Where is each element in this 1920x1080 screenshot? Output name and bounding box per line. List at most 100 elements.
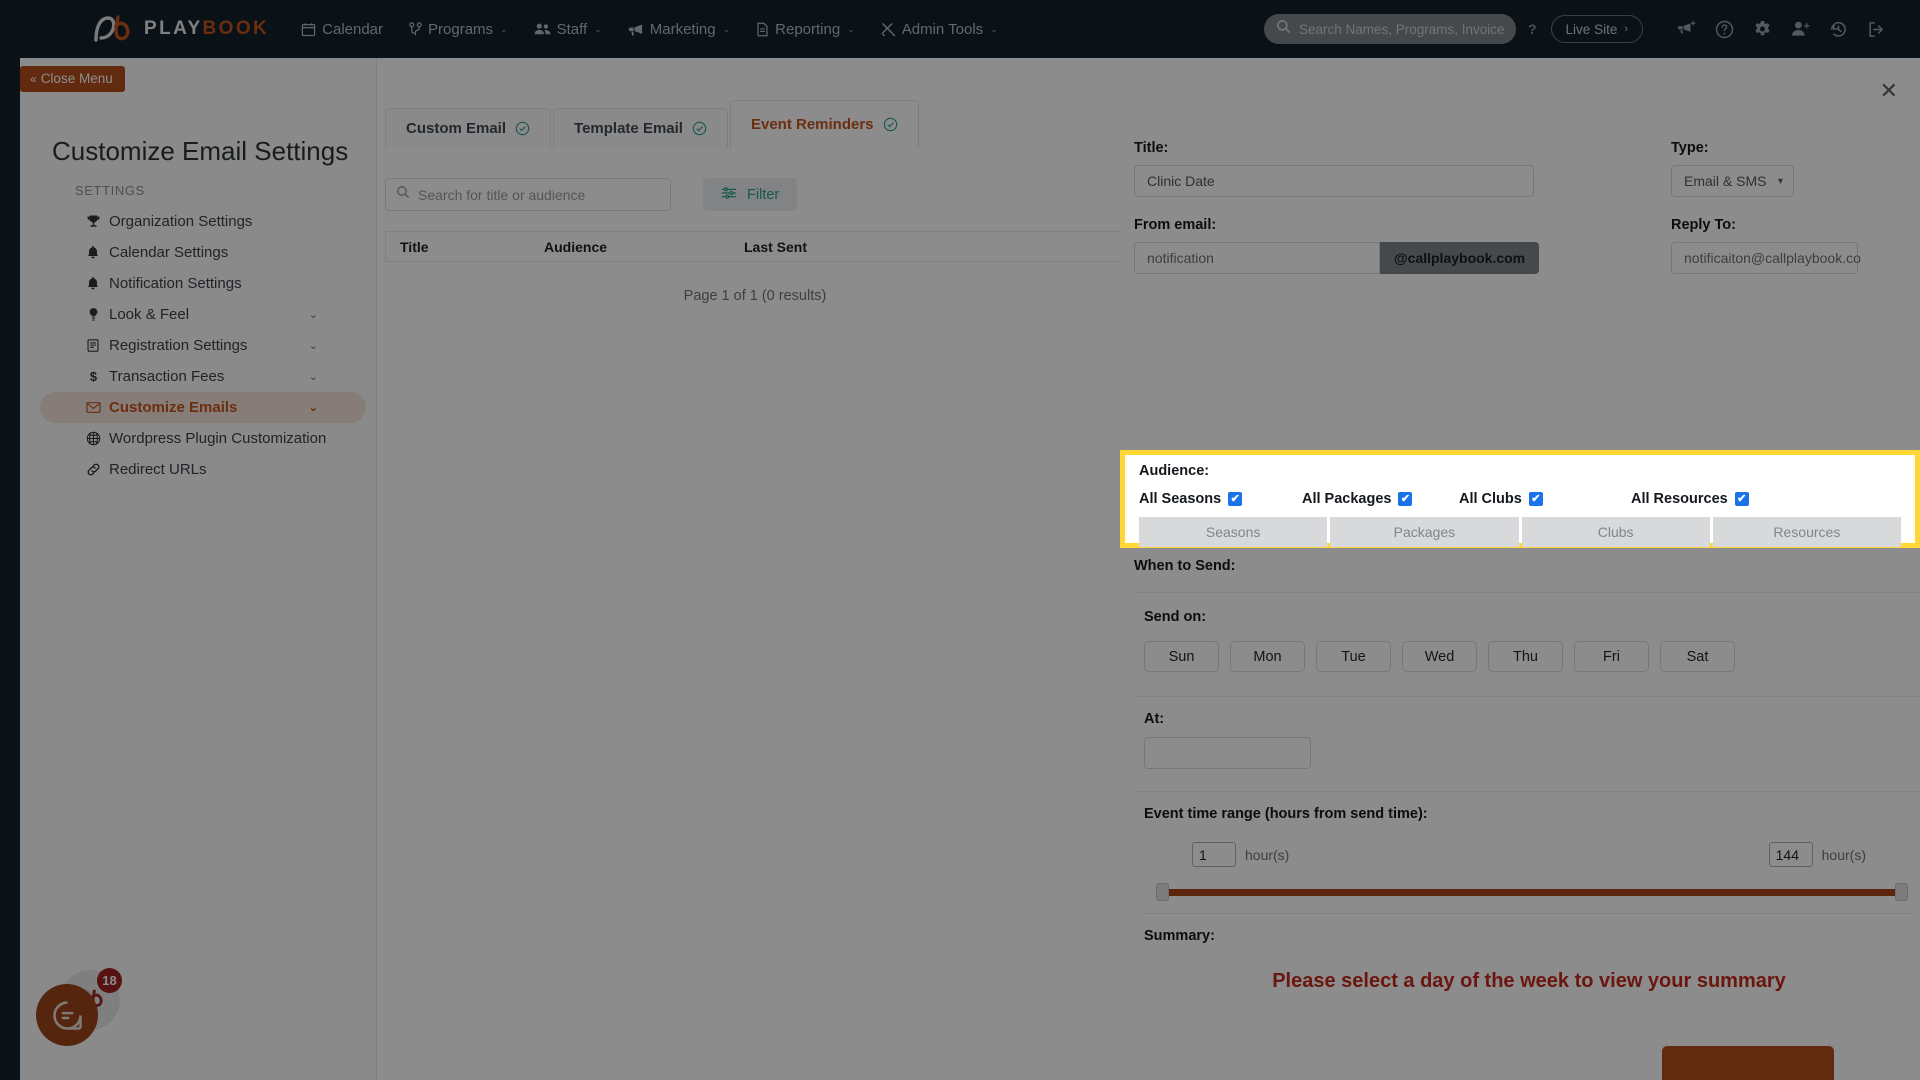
from-email-input[interactable]: notification bbox=[1134, 242, 1380, 274]
day-button-sat[interactable]: Sat bbox=[1660, 641, 1735, 672]
range-max-input[interactable]: 144 bbox=[1768, 842, 1813, 867]
logout-icon[interactable] bbox=[1867, 20, 1886, 39]
sidebar-item-calendar-settings[interactable]: Calendar Settings bbox=[40, 237, 366, 268]
range-slider-handle-max[interactable] bbox=[1895, 883, 1908, 901]
checkbox-icon[interactable]: ✔ bbox=[1528, 492, 1543, 506]
day-button-tue[interactable]: Tue bbox=[1316, 641, 1391, 672]
audience-button-clubs[interactable]: Clubs bbox=[1521, 517, 1710, 547]
day-button-fri[interactable]: Fri bbox=[1574, 641, 1649, 672]
sidebar-label: Calendar Settings bbox=[109, 244, 229, 261]
from-email-reply-to-row: From email: notification @callplaybook.c… bbox=[1134, 217, 1904, 274]
checkbox-icon[interactable]: ✔ bbox=[1228, 492, 1243, 506]
playbook-logo[interactable]: PLAYBOOK bbox=[92, 14, 269, 44]
sidebar-item-registration-settings[interactable]: Registration Settings ⌄ bbox=[40, 330, 366, 361]
nav-label-programs: Programs bbox=[428, 20, 494, 38]
audience-checkbox-all-clubs[interactable]: All Clubs ✔ bbox=[1459, 491, 1631, 507]
reminder-search-input[interactable]: Search for title or audience bbox=[385, 178, 671, 211]
playbook-logo-mark bbox=[92, 14, 134, 44]
at-time-input[interactable] bbox=[1144, 737, 1311, 769]
close-icon[interactable]: ✕ bbox=[1880, 80, 1898, 102]
day-button-sun[interactable]: Sun bbox=[1144, 641, 1219, 672]
range-slider[interactable] bbox=[1144, 883, 1920, 901]
title-input[interactable]: Clinic Date bbox=[1134, 165, 1534, 197]
nav-item-calendar[interactable]: Calendar bbox=[301, 21, 383, 38]
audience-checkbox-all-packages[interactable]: All Packages ✔ bbox=[1302, 491, 1459, 507]
audience-buttons-row: Seasons Packages Clubs Resources bbox=[1139, 517, 1901, 547]
sidebar-item-look-and-feel[interactable]: Look & Feel ⌄ bbox=[40, 299, 366, 330]
nav-item-programs[interactable]: Programs ⌄ bbox=[409, 21, 508, 38]
audience-button-seasons[interactable]: Seasons bbox=[1139, 517, 1328, 547]
nav-label-reporting: Reporting bbox=[775, 20, 841, 38]
check-circle-icon bbox=[883, 117, 898, 132]
nav-item-reporting[interactable]: Reporting ⌄ bbox=[756, 21, 855, 38]
list-search-row: Search for title or audience Filter bbox=[385, 148, 1125, 211]
range-min-unit: hour(s) bbox=[1245, 846, 1290, 863]
range-inputs-row: 1 hour(s) 144 hour(s) bbox=[1144, 842, 1920, 867]
audience-checkbox-all-seasons[interactable]: All Seasons ✔ bbox=[1139, 491, 1302, 507]
sidebar-item-notification-settings[interactable]: Notification Settings bbox=[40, 268, 366, 299]
audience-button-packages[interactable]: Packages bbox=[1330, 517, 1519, 547]
event-reminder-drawer: ✕ Title: Clinic Date Type: Email & SMS ▾ bbox=[1120, 58, 1920, 1080]
close-menu-button[interactable]: « Close Menu bbox=[20, 66, 125, 92]
column-header-title: Title bbox=[400, 238, 429, 255]
day-button-mon[interactable]: Mon bbox=[1230, 641, 1305, 672]
chat-bubble-icon[interactable] bbox=[36, 984, 98, 1046]
nav-item-admin-tools[interactable]: Admin Tools ⌄ bbox=[881, 21, 998, 38]
sidebar-item-customize-emails[interactable]: Customize Emails ⌄ bbox=[40, 392, 366, 423]
filter-icon bbox=[721, 186, 737, 204]
tab-event-reminders[interactable]: Event Reminders bbox=[729, 100, 919, 148]
nav-item-marketing[interactable]: Marketing ⌄ bbox=[628, 21, 730, 38]
global-search-input[interactable]: Search Names, Programs, Invoice #... bbox=[1263, 14, 1516, 44]
sidebar-item-organization-settings[interactable]: Organization Settings bbox=[40, 206, 366, 237]
range-slider-handle-min[interactable] bbox=[1156, 883, 1169, 901]
sidebar-section-label: SETTINGS bbox=[75, 183, 145, 198]
from-email-field-group: From email: notification @callplaybook.c… bbox=[1134, 217, 1671, 274]
lightbulb-icon bbox=[83, 307, 103, 322]
audience-button-resources[interactable]: Resources bbox=[1712, 517, 1901, 547]
clipboard-icon bbox=[83, 338, 103, 353]
save-button[interactable] bbox=[1662, 1046, 1834, 1080]
history-icon[interactable] bbox=[1829, 20, 1848, 39]
summary-label: Summary: bbox=[1144, 928, 1215, 944]
pagination-info: Page 1 of 1 (0 results) bbox=[683, 288, 827, 304]
announcement-add-icon[interactable] bbox=[1677, 20, 1696, 38]
tab-label: Template Email bbox=[574, 120, 683, 137]
app-root: PLAYBOOK Calendar Programs ⌄ Staff ⌄ Mar… bbox=[0, 0, 1920, 1080]
dollar-icon: $ bbox=[83, 369, 103, 384]
tab-template-email[interactable]: Template Email bbox=[553, 108, 728, 148]
range-min-input[interactable]: 1 bbox=[1192, 842, 1236, 867]
checkbox-icon[interactable]: ✔ bbox=[1398, 492, 1413, 506]
chevron-down-icon: ⌄ bbox=[500, 23, 508, 34]
when-to-send-label: When to Send: bbox=[1134, 558, 1236, 574]
filter-button[interactable]: Filter bbox=[703, 178, 798, 211]
gear-icon[interactable] bbox=[1753, 20, 1772, 39]
chevron-down-icon: ⌄ bbox=[722, 23, 731, 34]
help-badge-icon[interactable]: ? bbox=[1528, 21, 1537, 37]
checkbox-icon[interactable]: ✔ bbox=[1734, 492, 1749, 506]
tab-label: Custom Email bbox=[406, 120, 507, 137]
day-button-wed[interactable]: Wed bbox=[1402, 641, 1477, 672]
column-header-last-sent: Last Sent bbox=[744, 238, 808, 255]
help-circle-icon[interactable] bbox=[1715, 20, 1734, 39]
chevron-down-icon: ⌄ bbox=[847, 23, 855, 34]
audience-checkbox-label: All Packages bbox=[1302, 491, 1392, 507]
live-site-button[interactable]: Live Site › bbox=[1550, 15, 1643, 43]
send-on-label: Send on: bbox=[1144, 609, 1207, 625]
sidebar-item-wordpress-plugin-customization[interactable]: Wordpress Plugin Customization bbox=[40, 423, 366, 454]
nav-item-staff[interactable]: Staff ⌄ bbox=[534, 21, 602, 38]
tab-custom-email[interactable]: Custom Email bbox=[385, 108, 552, 148]
trophy-icon bbox=[83, 214, 103, 229]
event-time-range-label: Event time range (hours from send time): bbox=[1144, 806, 1428, 822]
chat-widget[interactable]: 18 bbox=[36, 968, 122, 1054]
user-add-icon[interactable] bbox=[1791, 20, 1810, 38]
sidebar-item-redirect-urls[interactable]: Redirect URLs bbox=[40, 454, 366, 485]
title-field-group: Title: Clinic Date bbox=[1134, 140, 1671, 197]
audience-checkbox-all-resources[interactable]: All Resources ✔ bbox=[1631, 491, 1749, 507]
day-button-thu[interactable]: Thu bbox=[1488, 641, 1563, 672]
sidebar-item-transaction-fees[interactable]: $ Transaction Fees ⌄ bbox=[40, 361, 366, 392]
type-select[interactable]: Email & SMS ▾ bbox=[1671, 165, 1794, 197]
live-site-label: Live Site bbox=[1565, 21, 1618, 37]
reply-to-input[interactable]: notificaiton@callplaybook.co bbox=[1671, 242, 1861, 274]
search-icon bbox=[1276, 19, 1291, 39]
bell-icon bbox=[83, 245, 103, 260]
